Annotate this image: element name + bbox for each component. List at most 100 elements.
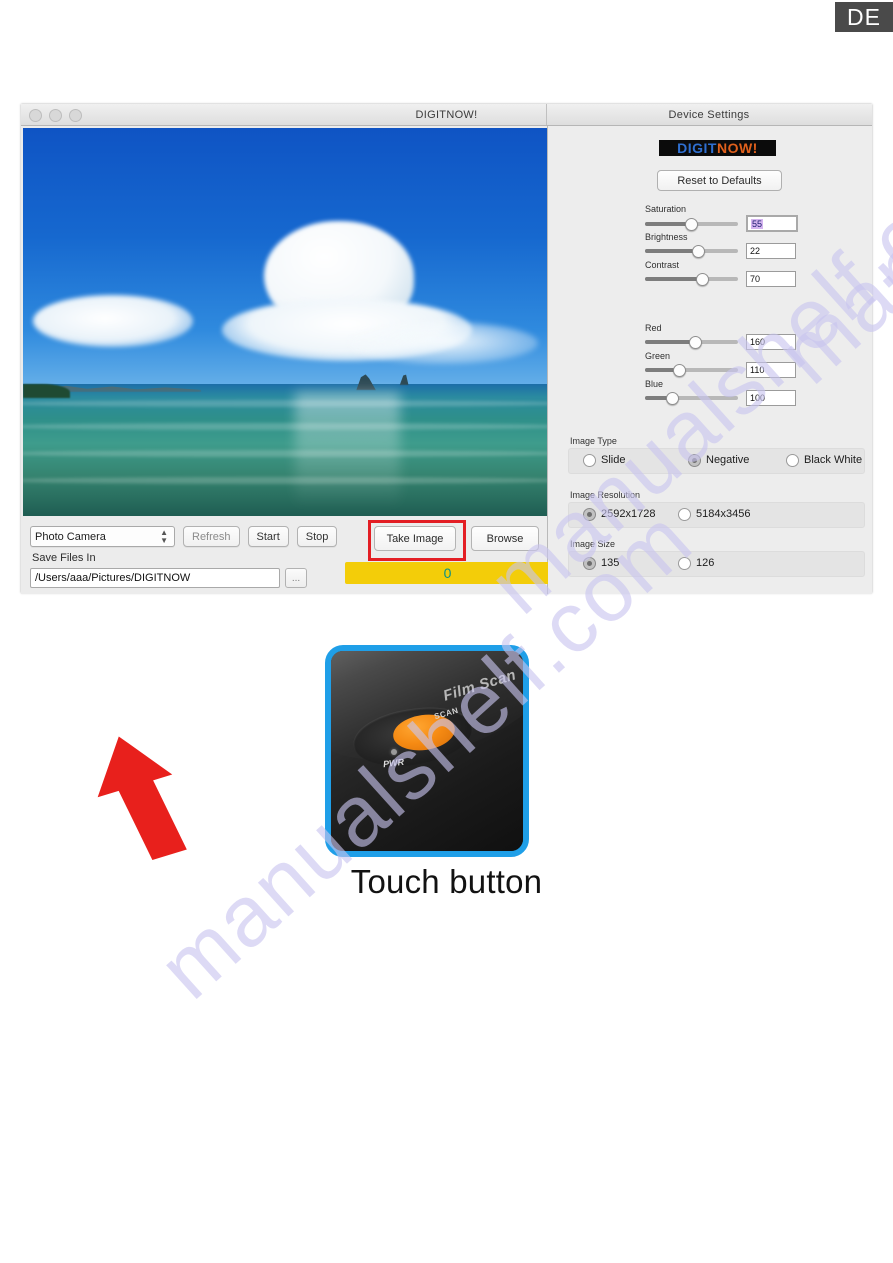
slider-fill (645, 277, 701, 281)
radio-negative[interactable]: Negative (688, 453, 786, 467)
image-resolution-label: Image Resolution (570, 490, 641, 500)
radio-res-2592[interactable]: 2592x1728 (583, 507, 678, 521)
save-path-input[interactable]: /Users/aaa/Pictures/DIGITNOW (30, 568, 280, 588)
application-window: DIGITNOW! Device Settings Photo Camera ▲… (21, 104, 872, 594)
slider-label: Red (645, 323, 662, 333)
radio-icon[interactable] (583, 556, 596, 570)
image-size-group: 135 126 (568, 551, 865, 577)
choose-folder-button[interactable]: ... (285, 568, 307, 588)
radio-icon[interactable] (688, 453, 701, 467)
radio-label: 135 (601, 557, 620, 569)
slider-knob[interactable] (684, 217, 698, 231)
radio-slide[interactable]: Slide (583, 453, 688, 467)
image-type-label: Image Type (570, 436, 617, 446)
radio-icon[interactable] (786, 453, 799, 467)
slider-knob[interactable] (666, 392, 680, 405)
slider-contrast: Contrast 70 (645, 260, 865, 287)
close-icon[interactable] (29, 109, 42, 122)
slider-track[interactable] (645, 336, 738, 349)
slider-knob[interactable] (691, 245, 705, 258)
device-row: Photo Camera ▲ ▼ Refresh Start Stop (30, 526, 338, 547)
slider-track[interactable] (645, 364, 738, 377)
slider-value-input[interactable]: 70 (746, 271, 796, 287)
cloud-right (347, 322, 538, 364)
touch-button-caption: Touch button (350, 863, 543, 900)
slider-label: Blue (645, 379, 664, 389)
slider-value: 22 (750, 246, 761, 256)
radio-size-126[interactable]: 126 (678, 556, 715, 570)
radio-size-135[interactable]: 135 (583, 556, 678, 570)
radio-icon[interactable] (583, 507, 596, 521)
digitnow-logo: DIGIT NOW! (659, 140, 776, 156)
radio-icon[interactable] (583, 453, 596, 467)
chevron-updown-icon: ▲ ▼ (160, 528, 168, 545)
device-select-value: Photo Camera (35, 530, 106, 543)
device-select[interactable]: Photo Camera ▲ ▼ (30, 526, 175, 547)
slider-fill (645, 340, 694, 344)
slider-value-input[interactable]: 55 (746, 215, 798, 232)
logo-part-now: NOW! (716, 140, 758, 156)
image-type-group: Slide Negative Black White (568, 448, 865, 474)
logo-part-digit: DIGIT (677, 140, 717, 156)
device-settings-pane: DIGIT NOW! Reset to Defaults Saturation 5… (548, 126, 872, 594)
slider-value-input[interactable]: 160 (746, 334, 796, 350)
radio-black-white[interactable]: Black White (786, 453, 863, 467)
slider-track[interactable] (645, 245, 738, 258)
slider-label: Green (645, 351, 671, 361)
window-body: Photo Camera ▲ ▼ Refresh Start Stop Save … (21, 126, 872, 594)
image-resolution-group: 2592x1728 5184x3456 (568, 502, 865, 528)
slider-track[interactable] (645, 273, 738, 286)
zoom-icon[interactable] (69, 109, 82, 122)
cloud-left (33, 294, 194, 347)
start-button[interactable]: Start (247, 526, 289, 547)
image-size-options: 135 126 (569, 552, 864, 574)
wave-line (23, 399, 547, 407)
radio-label: Black White (804, 454, 863, 466)
browse-button[interactable]: Browse (471, 526, 539, 551)
stop-button[interactable]: Stop (296, 526, 338, 547)
save-files-in-label: Save Files In (32, 552, 96, 564)
window-titlebar: DIGITNOW! Device Settings (21, 104, 872, 126)
slider-saturation: Saturation 55 (645, 204, 865, 232)
radio-label: Slide (601, 454, 626, 466)
scanner-photo-frame: Film Scan SCAN PWR (325, 645, 529, 857)
minimize-icon[interactable] (49, 109, 62, 122)
refresh-button[interactable]: Refresh (183, 526, 240, 547)
slider-value-input[interactable]: 110 (746, 362, 796, 378)
slider-knob[interactable] (672, 364, 686, 377)
power-led-icon (391, 749, 397, 755)
wave-line (23, 450, 547, 458)
radio-res-5184[interactable]: 5184x3456 (678, 507, 751, 521)
slider-knob[interactable] (688, 336, 702, 349)
radio-label: 5184x3456 (696, 508, 751, 520)
slider-track[interactable] (645, 217, 738, 231)
save-path-row: /Users/aaa/Pictures/DIGITNOW ... (30, 568, 307, 588)
radio-label: 2592x1728 (601, 508, 656, 520)
radio-label: 126 (696, 557, 715, 569)
slider-value-input[interactable]: 22 (746, 243, 796, 259)
slider-value: 160 (750, 337, 766, 347)
slider-blue: Blue 100 (645, 379, 865, 406)
left-control-bar: Photo Camera ▲ ▼ Refresh Start Stop Save … (21, 518, 550, 594)
slider-value-input[interactable]: 100 (746, 390, 796, 406)
wave-line (23, 422, 547, 430)
progress-bar: 0 (345, 562, 550, 584)
radio-icon[interactable] (678, 556, 691, 570)
slider-brightness: Brightness 22 (645, 232, 865, 259)
slider-value: 55 (751, 218, 764, 229)
slider-red: Red 160 (645, 323, 865, 350)
slider-label: Contrast (645, 260, 680, 270)
slider-track[interactable] (645, 392, 738, 405)
reset-to-defaults-button[interactable]: Reset to Defaults (657, 170, 782, 191)
slider-green: Green 110 (645, 351, 865, 378)
image-resolution-options: 2592x1728 5184x3456 (569, 503, 864, 525)
image-preview[interactable] (23, 128, 547, 516)
radio-label: Negative (706, 454, 750, 466)
radio-icon[interactable] (678, 507, 691, 521)
language-badge[interactable]: DE (835, 2, 893, 32)
image-type-options: Slide Negative Black White (569, 449, 864, 471)
slider-knob[interactable] (696, 273, 710, 286)
slider-fill (645, 221, 690, 226)
wave-line (23, 477, 547, 485)
slider-value: 100 (750, 393, 766, 403)
